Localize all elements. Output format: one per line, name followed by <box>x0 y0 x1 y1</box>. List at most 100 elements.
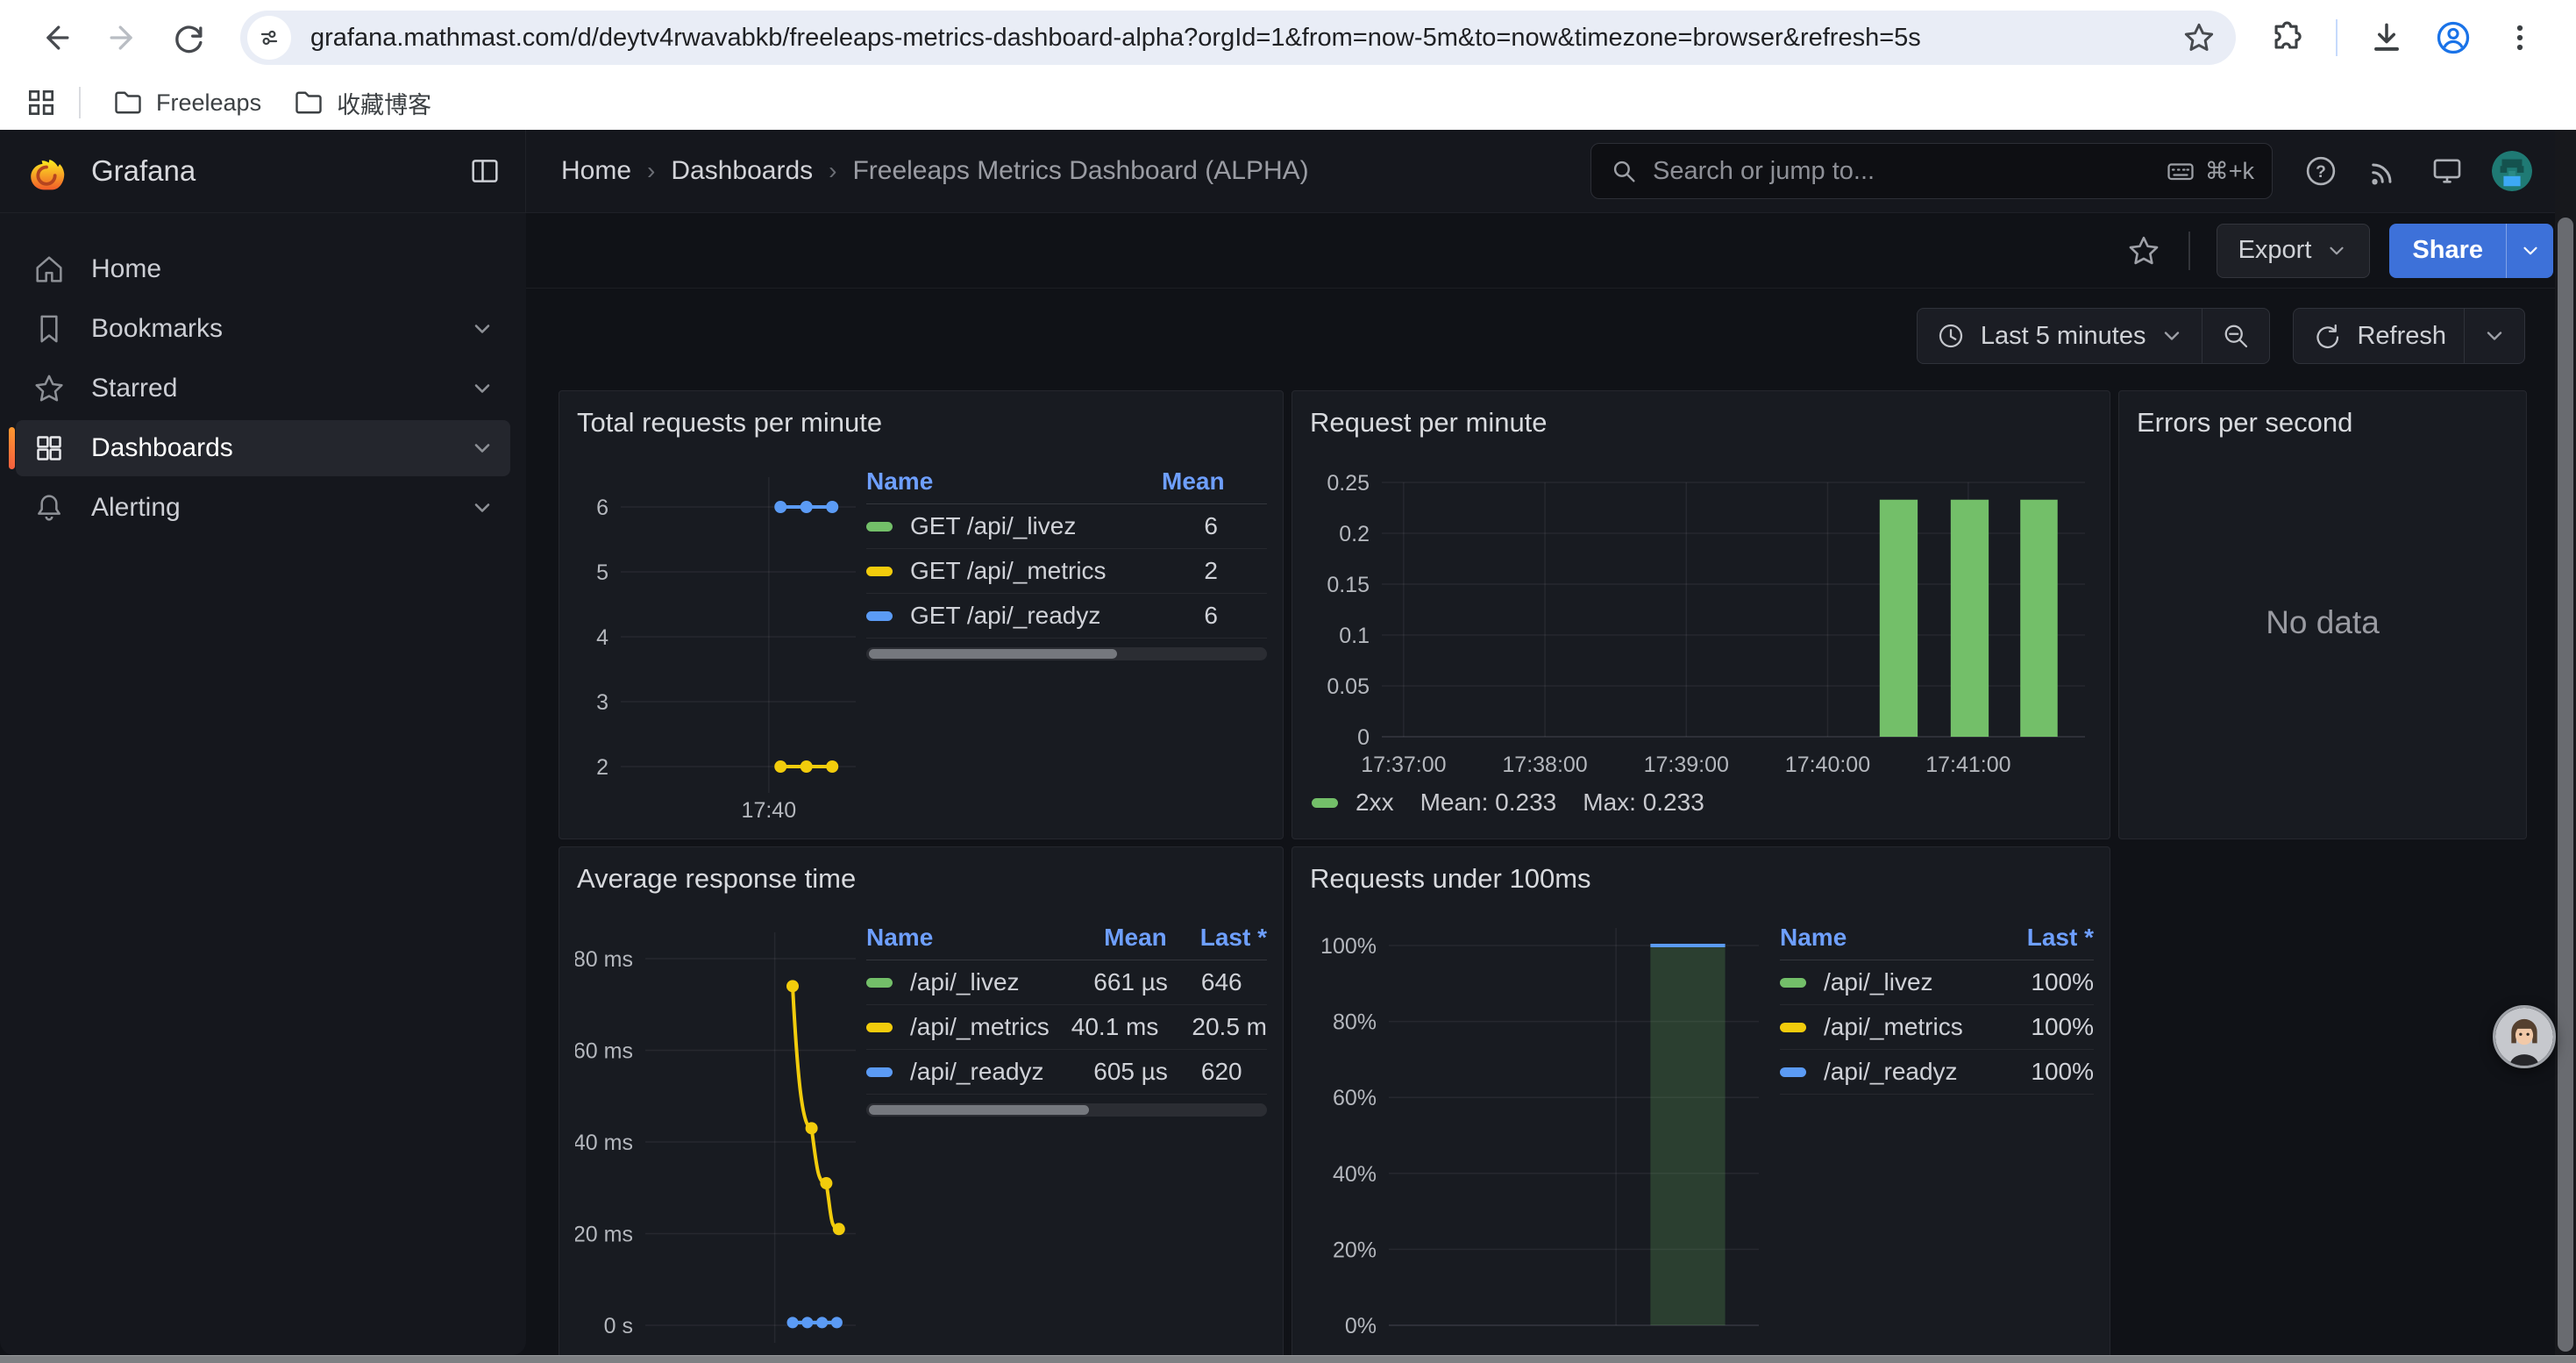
column-header-mean[interactable]: Mean <box>1066 924 1167 952</box>
svg-text:2: 2 <box>596 755 608 780</box>
bookmark-label: Freeleaps <box>156 89 261 117</box>
series-name[interactable]: GET /api/_metrics <box>866 557 1162 585</box>
refresh-button[interactable]: Refresh <box>2294 309 2464 363</box>
table-row: GET /api/_livez6 <box>866 504 1267 549</box>
breadcrumb-item[interactable]: Dashboards <box>671 156 813 186</box>
column-header-name[interactable]: Name <box>1780 924 1980 952</box>
sidebar-item-bookmarks[interactable]: Bookmarks <box>16 301 510 357</box>
time-picker-group: Last 5 minutes <box>1917 308 2271 364</box>
forward-icon[interactable] <box>103 18 142 57</box>
request-per-minute-chart: 0.250.20.150.10.05017:37:0017:38:0017:39… <box>1308 447 2094 779</box>
column-header-name[interactable]: Name <box>866 924 1066 952</box>
cell-last: 100% <box>1980 1058 2094 1086</box>
svg-text:80%: 80% <box>1333 1010 1377 1035</box>
news-rss-icon[interactable] <box>2366 153 2402 189</box>
series-name[interactable]: /api/_livez <box>1780 968 1980 996</box>
series-color-swatch <box>866 1067 893 1077</box>
download-icon[interactable] <box>2367 18 2406 57</box>
series-name[interactable]: /api/_metrics <box>1780 1013 1980 1041</box>
svg-text:?: ? <box>2316 163 2326 182</box>
column-header-mean[interactable]: Mean <box>1162 467 1267 496</box>
bookmark-items: Freeleaps 收藏博客 <box>96 77 447 129</box>
horizontal-scrollbar[interactable] <box>0 1355 2576 1363</box>
collapse-sidebar-icon[interactable] <box>467 153 502 189</box>
user-avatar[interactable] <box>2492 151 2532 191</box>
panel-avg-response-time: Average response time 80 ms60 ms40 ms20 … <box>559 846 1284 1355</box>
column-header-last[interactable]: Last * <box>1167 924 1267 952</box>
table-h-scrollbar[interactable] <box>866 647 1267 660</box>
chevron-down-icon[interactable] <box>470 436 495 460</box>
bell-icon <box>32 490 67 525</box>
column-header-name[interactable]: Name <box>866 467 1162 496</box>
series-color-swatch <box>866 978 893 988</box>
refresh-interval-caret[interactable] <box>2464 309 2524 363</box>
vertical-scrollbar[interactable] <box>2555 130 2576 1355</box>
svg-text:0%: 0% <box>1345 1314 1377 1338</box>
svg-text:0 s: 0 s <box>604 1314 633 1338</box>
series-name[interactable]: /api/_livez <box>866 968 1066 996</box>
chart-legend: 2xx Mean: 0.233 Max: 0.233 <box>1308 779 2094 826</box>
svg-text:60 ms: 60 ms <box>575 1039 633 1064</box>
panel-row-2: Average response time 80 ms60 ms40 ms20 … <box>559 846 2576 1355</box>
reload-icon[interactable] <box>170 18 209 57</box>
url-bar[interactable]: grafana.mathmast.com/d/deytv4rwavabkb/fr… <box>240 11 2236 65</box>
share-button[interactable]: Share <box>2389 224 2506 278</box>
breadcrumb-item[interactable]: Home <box>561 156 631 186</box>
cell-last: 646 <box>1168 968 1267 996</box>
table-scroll-thumb[interactable] <box>869 1105 1089 1115</box>
svg-text:0: 0 <box>1357 725 1370 750</box>
apps-grid-icon[interactable] <box>25 86 58 119</box>
search-input[interactable]: Search or jump to... ⌘+k <box>1590 143 2273 199</box>
sidebar-item-home[interactable]: Home <box>16 241 510 297</box>
grafana-logo[interactable] <box>23 147 70 195</box>
grafana-header-left: Grafana <box>0 130 526 212</box>
series-name[interactable]: GET /api/_readyz <box>866 602 1162 630</box>
legend-item[interactable]: 2xx <box>1312 789 1394 817</box>
help-icon[interactable]: ? <box>2302 153 2339 189</box>
table-row: /api/_readyz605 µs620 <box>866 1050 1267 1095</box>
search-shortcut: ⌘+k <box>2165 155 2254 187</box>
back-icon[interactable] <box>37 18 75 57</box>
table-scroll-thumb[interactable] <box>869 649 1117 659</box>
profile-icon[interactable] <box>2434 18 2473 57</box>
svg-text:17:39:00: 17:39:00 <box>1644 753 1729 777</box>
chevron-down-icon[interactable] <box>470 317 495 341</box>
scrollbar-thumb[interactable] <box>2558 218 2573 1352</box>
sidebar-item-alerting[interactable]: Alerting <box>16 480 510 536</box>
series-name[interactable]: /api/_readyz <box>1780 1058 1980 1086</box>
url-text[interactable]: grafana.mathmast.com/d/deytv4rwavabkb/fr… <box>310 24 2180 53</box>
svg-text:100%: 100% <box>1320 934 1377 959</box>
kiosk-monitor-icon[interactable] <box>2429 153 2466 189</box>
sidebar-item-dashboards[interactable]: Dashboards <box>16 420 510 476</box>
menu-kebab-icon[interactable] <box>2501 18 2539 57</box>
bookmark-item[interactable]: 收藏博客 <box>277 77 447 129</box>
column-header-last[interactable]: Last * <box>1980 924 2094 952</box>
share-caret-button[interactable] <box>2506 224 2553 278</box>
zoom-out-icon <box>2220 320 2252 352</box>
series-name[interactable]: /api/_metrics <box>866 1013 1066 1041</box>
series-name[interactable]: /api/_readyz <box>866 1058 1066 1086</box>
bookmark-star-icon[interactable] <box>2180 18 2218 57</box>
zoom-out-button[interactable] <box>2202 309 2269 363</box>
panel-title: Average response time <box>575 858 1267 903</box>
table-h-scrollbar[interactable] <box>866 1103 1267 1117</box>
time-range-picker[interactable]: Last 5 minutes <box>1918 309 2202 363</box>
bookmark-item[interactable]: Freeleaps <box>96 78 277 127</box>
assistant-avatar[interactable] <box>2493 1005 2556 1068</box>
chevron-down-icon[interactable] <box>470 376 495 401</box>
chevron-down-icon[interactable] <box>470 496 495 520</box>
export-button[interactable]: Export <box>2217 224 2371 278</box>
keyboard-icon <box>2165 155 2196 187</box>
favorite-star-icon[interactable] <box>2125 232 2162 269</box>
svg-text:0.05: 0.05 <box>1327 674 1370 699</box>
site-settings-icon[interactable] <box>247 16 291 60</box>
legend-mean: Mean: 0.233 <box>1420 789 1557 817</box>
series-color-swatch <box>866 611 893 621</box>
sidebar-item-label: Home <box>91 254 495 284</box>
svg-text:17:37:00: 17:37:00 <box>1361 753 1446 777</box>
table-row: /api/_livez100% <box>1780 960 2094 1005</box>
sidebar-item-starred[interactable]: Starred <box>16 360 510 417</box>
series-name[interactable]: GET /api/_livez <box>866 512 1162 540</box>
folder-icon <box>293 87 324 118</box>
extensions-icon[interactable] <box>2267 18 2306 57</box>
